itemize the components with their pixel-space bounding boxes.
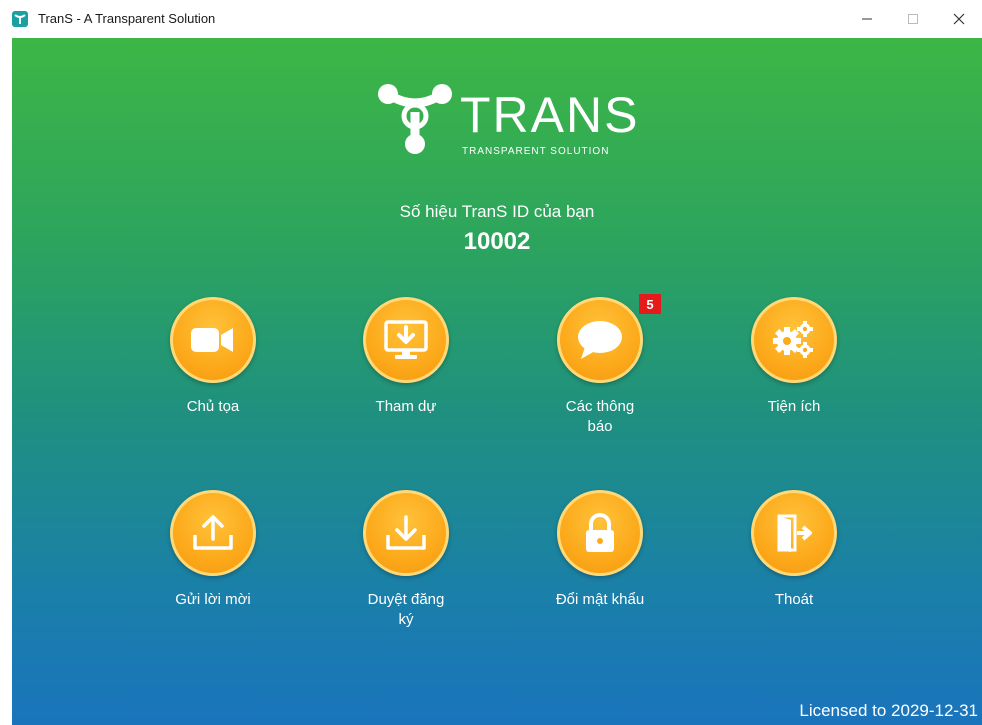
tile-thoat[interactable]: Thoát <box>729 490 859 610</box>
tien-ich-button[interactable] <box>751 297 837 383</box>
id-value: 10002 <box>463 228 531 255</box>
minimize-icon <box>862 18 872 20</box>
logo-tagline: TRANSPARENT SOLUTION <box>462 146 610 157</box>
download-icon <box>386 515 426 550</box>
doi-mat-khau-button[interactable] <box>557 490 643 576</box>
title-bar: TranS - A Transparent Solution <box>0 0 982 38</box>
window-title: TranS - A Transparent Solution <box>38 11 216 26</box>
app-logo-icon <box>12 11 28 27</box>
tile-chu-toa[interactable]: Chủ tọa <box>148 297 278 417</box>
trans-logo-icon <box>378 84 452 154</box>
chu-toa-label: Chủ tọa <box>186 398 240 415</box>
chu-toa-button[interactable] <box>170 297 256 383</box>
duyet-dang-ky-label: Duyệt đăng ký <box>367 591 445 628</box>
monitor-download-icon <box>384 320 428 359</box>
tile-duyet-dang-ky[interactable]: Duyệt đăng ký <box>341 490 471 630</box>
id-caption: Số hiệu TranS ID của bạn <box>399 202 595 221</box>
tile-cac-thong-bao[interactable]: 5 Các thông báo <box>535 294 665 437</box>
gears-icon <box>773 321 813 358</box>
tham-du-button[interactable] <box>363 297 449 383</box>
upload-icon <box>193 515 233 550</box>
tile-tham-du[interactable]: Tham dự <box>341 297 471 417</box>
tile-doi-mat-khau[interactable]: Đổi mật khẩu <box>535 490 665 610</box>
duyet-dang-ky-button[interactable] <box>363 490 449 576</box>
tile-tien-ich[interactable]: Tiện ích <box>729 297 859 417</box>
cac-thong-bao-label: Các thông báo <box>565 398 635 435</box>
tham-du-label: Tham dự <box>375 398 437 415</box>
chat-bubble-icon <box>578 321 622 359</box>
thoat-button[interactable] <box>751 490 837 576</box>
tien-ich-label: Tiện ích <box>767 398 821 415</box>
gui-loi-moi-button[interactable] <box>170 490 256 576</box>
close-button[interactable] <box>936 0 982 38</box>
tile-gui-loi-moi[interactable]: Gửi lời mời <box>148 490 278 610</box>
minimize-button[interactable] <box>844 0 890 38</box>
notification-badge: 5 <box>639 294 661 314</box>
maximize-button[interactable] <box>890 0 936 38</box>
close-icon <box>953 13 965 25</box>
cac-thong-bao-button[interactable]: 5 <box>557 294 661 383</box>
main-panel: TRANS TRANSPARENT SOLUTION Số hiệu TranS… <box>12 38 982 725</box>
license-text: Licensed to 2029-12-31 <box>799 701 978 720</box>
exit-door-icon <box>777 514 812 552</box>
trans-logo: TRANS TRANSPARENT SOLUTION <box>376 82 640 157</box>
thoat-label: Thoát <box>774 591 814 608</box>
logo-wordmark: TRANS <box>460 87 640 143</box>
video-camera-icon <box>191 328 233 352</box>
maximize-icon <box>908 14 918 24</box>
doi-mat-khau-label: Đổi mật khẩu <box>555 591 645 608</box>
lock-icon <box>586 513 614 552</box>
gui-loi-moi-label: Gửi lời mời <box>175 591 251 608</box>
